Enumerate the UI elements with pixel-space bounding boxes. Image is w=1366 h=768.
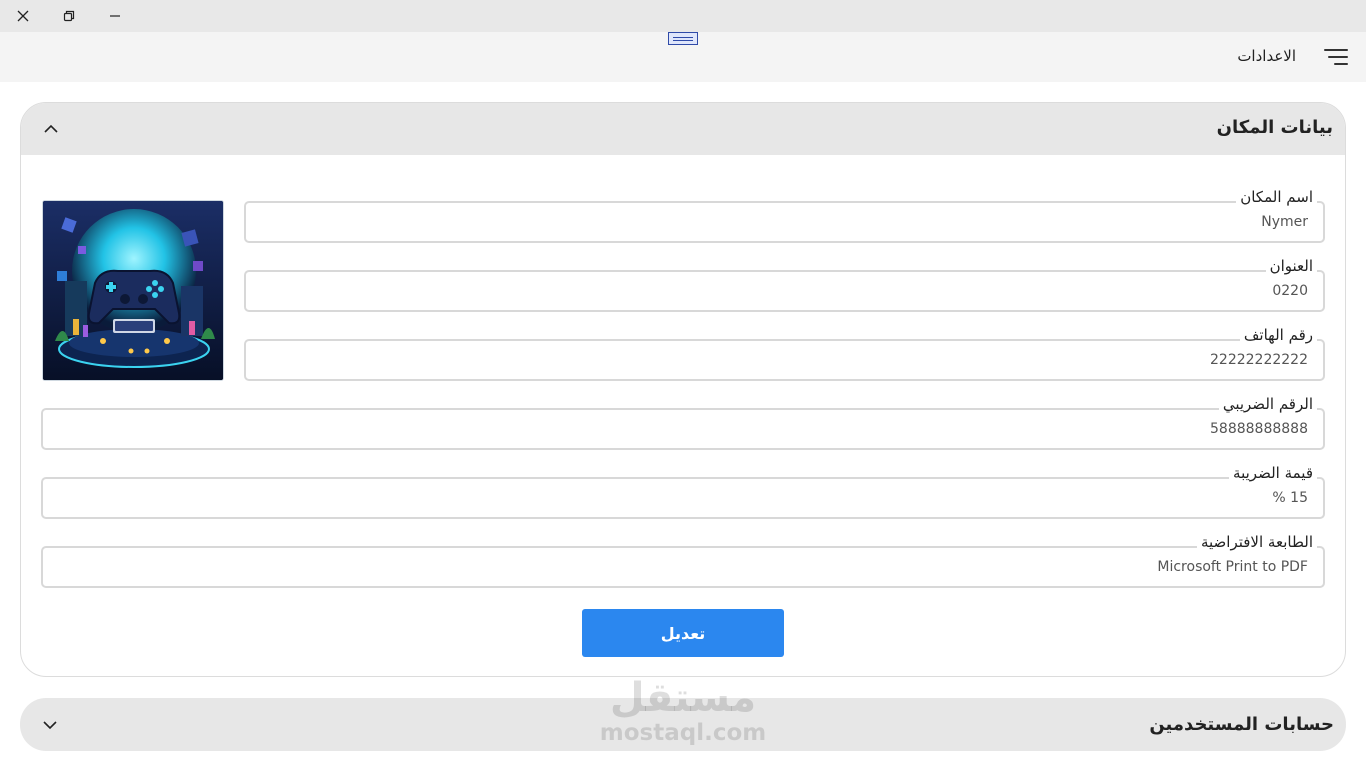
user-accounts-panel-header[interactable]: حسابات المستخدمين <box>20 698 1346 751</box>
tax-number-field[interactable]: 58888888888 <box>41 408 1325 450</box>
gamepad-neon-illustration <box>43 201 223 380</box>
tax-rate-value: % 15 <box>1272 490 1308 506</box>
tax-rate-field[interactable]: % 15 <box>41 477 1325 519</box>
default-printer-value: Microsoft Print to PDF <box>1157 559 1308 575</box>
place-name-field[interactable]: Nymer <box>244 201 1325 243</box>
phone-value: 22222222222 <box>1210 352 1308 368</box>
chevron-up-icon <box>44 124 58 133</box>
drag-handle[interactable] <box>668 32 698 45</box>
window-restore-button[interactable] <box>46 0 92 32</box>
tax-number-label: الرقم الضريبي <box>1218 395 1317 413</box>
tax-rate-label: قيمة الضريبة <box>1229 464 1317 482</box>
default-printer-field[interactable]: Microsoft Print to PDF <box>41 546 1325 588</box>
place-name-label: اسم المكان <box>1236 188 1317 206</box>
place-data-panel-title: بيانات المكان <box>1216 117 1333 138</box>
hamburger-menu-icon-line <box>1328 56 1348 58</box>
hamburger-menu-icon <box>1324 49 1348 51</box>
address-value: 0220 <box>1272 283 1308 299</box>
hamburger-menu-icon-line <box>1334 63 1348 65</box>
edit-button[interactable]: تعديل <box>582 609 784 657</box>
user-accounts-panel-title: حسابات المستخدمين <box>1149 714 1334 735</box>
address-field[interactable]: 0220 <box>244 270 1325 312</box>
address-label: العنوان <box>1265 257 1317 275</box>
place-data-panel: بيانات المكان Nymer اسم المكان 0220 العن… <box>20 102 1346 677</box>
tax-number-value: 58888888888 <box>1210 421 1308 437</box>
phone-label: رقم الهاتف <box>1239 326 1317 344</box>
minimize-icon <box>110 15 120 17</box>
default-printer-label: الطابعة الافتراضية <box>1196 533 1317 551</box>
chevron-down-icon <box>43 721 57 730</box>
window-close-button[interactable] <box>0 0 46 32</box>
phone-field[interactable]: 22222222222 <box>244 339 1325 381</box>
restore-icon <box>63 10 75 22</box>
place-image[interactable] <box>42 200 224 381</box>
place-name-value: Nymer <box>1261 214 1308 230</box>
place-data-panel-header[interactable]: بيانات المكان <box>21 103 1345 155</box>
window-minimize-button[interactable] <box>92 0 138 32</box>
page-title: الاعدادات <box>1237 47 1296 65</box>
close-icon <box>17 10 29 22</box>
hamburger-menu-button[interactable] <box>1312 42 1348 72</box>
window-titlebar <box>0 0 1366 32</box>
